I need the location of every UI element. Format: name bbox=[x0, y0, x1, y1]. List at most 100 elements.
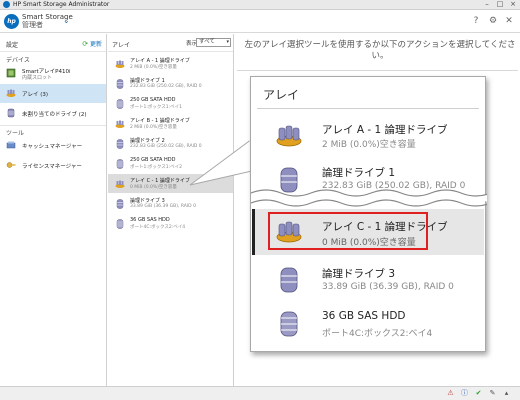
array-icon bbox=[115, 60, 125, 68]
list-item-subtitle: 232.83 GiB (250.02 GB), RAID 0 bbox=[130, 84, 202, 89]
list-item[interactable]: アレイ B - 1 論理ドライブ 2 MiB (0.0%)空き容量 bbox=[108, 114, 233, 133]
status-ok-icon[interactable]: ✔ bbox=[474, 389, 483, 398]
tear-break bbox=[251, 189, 487, 207]
cache-icon bbox=[6, 141, 16, 149]
nav-item-arrays[interactable]: アレイ (3) bbox=[0, 84, 106, 103]
refresh-label: 更新 bbox=[89, 41, 102, 48]
list-item[interactable]: 論理ドライブ 2 232.83 GiB (250.02 GB), RAID 0 bbox=[108, 134, 233, 153]
hdd-icon bbox=[116, 99, 124, 109]
list-item-title: 250 GB SATA HDD bbox=[130, 157, 176, 163]
left-navigation: 設定 ⟳ 更新 デバイス SmartアレイP410i 内蔵スロット アレイ (3… bbox=[0, 34, 107, 386]
refresh-button[interactable]: ⟳ 更新 bbox=[82, 39, 102, 48]
nav-item-cache-manager[interactable]: キャッシュマネージャー bbox=[0, 136, 106, 155]
array-list-panel: アレイ 表示 すべて ▾ アレイ A - 1 論理ドライブ 2 MiB (0.0%)… bbox=[108, 34, 234, 386]
callout-item-array-a[interactable]: アレイ A - 1 論理ドライブ 2 MiB (0.0%)空き容量 bbox=[252, 119, 484, 153]
hdd-icon bbox=[280, 311, 298, 337]
logical-drive-icon bbox=[116, 139, 124, 149]
array-icon bbox=[115, 180, 125, 188]
list-heading: アレイ bbox=[112, 42, 131, 49]
selection-indicator bbox=[252, 209, 255, 255]
notes-icon[interactable]: ✎ bbox=[488, 389, 497, 398]
array-icon bbox=[276, 125, 302, 147]
settings-icon[interactable]: ⚙ bbox=[487, 15, 499, 27]
list-item-title: 36 GB SAS HDD bbox=[130, 217, 170, 223]
section-devices: デバイス bbox=[6, 57, 30, 64]
list-item-subtitle: 0 MiB (0.0%)空き容量 bbox=[130, 185, 177, 190]
nav-item-title: 未割り当てのドライブ (2) bbox=[22, 112, 87, 118]
refresh-icon: ⟳ bbox=[82, 40, 89, 48]
chevron-down-icon[interactable]: ⌄ bbox=[63, 16, 70, 25]
nav-item-subtitle: 内蔵スロット bbox=[22, 75, 53, 81]
list-item[interactable]: 250 GB SATA HDD ポート1:ボックス1:ベイ2 bbox=[108, 154, 233, 173]
controller-icon bbox=[6, 68, 16, 78]
list-item-title: 論理ドライブ 1 bbox=[130, 78, 165, 84]
divider bbox=[0, 51, 106, 52]
nav-item-title: キャッシュマネージャー bbox=[22, 144, 83, 150]
nav-item-controller[interactable]: SmartアレイP410i 内蔵スロット bbox=[0, 64, 106, 83]
hp-logo-icon: hp bbox=[4, 14, 19, 29]
list-item[interactable]: 論理ドライブ 3 33.89 GiB (36.39 GB), RAID 0 bbox=[108, 194, 233, 213]
list-item-subtitle: ポート1:ボックス1:ベイ2 bbox=[130, 165, 182, 170]
list-item-title: アレイ A - 1 論理ドライブ bbox=[130, 58, 190, 64]
alert-icon[interactable]: ⚠ bbox=[446, 389, 455, 398]
info-icon[interactable]: ⓘ bbox=[460, 389, 469, 398]
callout-item-title: 論理ドライブ 1 bbox=[322, 167, 396, 179]
list-item[interactable]: 36 GB SAS HDD ポート4C:ボックス2:ベイ4 bbox=[108, 214, 233, 233]
hdd-icon bbox=[7, 108, 15, 118]
license-icon bbox=[6, 162, 16, 168]
close-icon[interactable]: ✕ bbox=[503, 15, 515, 27]
list-item-title: 論理ドライブ 3 bbox=[130, 198, 165, 204]
list-item-title: アレイ B - 1 論理ドライブ bbox=[130, 118, 190, 124]
callout-item-sas-hdd[interactable]: 36 GB SAS HDD ポート4C:ボックス2:ベイ4 bbox=[252, 305, 484, 345]
filter-select[interactable]: すべて ▾ bbox=[196, 38, 231, 47]
hdd-icon bbox=[116, 159, 124, 169]
help-icon[interactable]: ? bbox=[470, 15, 482, 27]
logical-drive-icon bbox=[116, 79, 124, 89]
callout-item-title: 論理ドライブ 3 bbox=[322, 268, 396, 280]
divider bbox=[108, 51, 233, 52]
array-icon bbox=[115, 120, 125, 128]
highlight-box bbox=[268, 212, 428, 250]
logical-drive-icon bbox=[116, 199, 124, 209]
window-titlebar: HP Smart Storage Administrator – □ × bbox=[0, 0, 520, 10]
nav-item-title: アレイ (3) bbox=[22, 92, 49, 98]
status-bar: ⚠ ⓘ ✔ ✎ ▴ bbox=[0, 386, 520, 400]
minimize-button[interactable]: – bbox=[481, 0, 493, 9]
app-header: hp Smart Storage 管理者 ⌄ ? ⚙ ✕ bbox=[0, 10, 520, 33]
logical-drive-icon bbox=[280, 267, 298, 293]
list-item-subtitle: ポート1:ボックス1:ベイ1 bbox=[130, 105, 182, 110]
list-item-subtitle: 2 MiB (0.0%)空き容量 bbox=[130, 125, 177, 130]
nav-item-unassigned-drives[interactable]: 未割り当てのドライブ (2) bbox=[0, 104, 106, 123]
nav-item-title: ライセンスマネージャー bbox=[22, 164, 82, 170]
callout-item-subtitle: ポート4C:ボックス2:ベイ4 bbox=[322, 329, 433, 339]
callout-item-subtitle: 33.89 GiB (36.39 GB), RAID 0 bbox=[322, 282, 454, 292]
list-item-title: 論理ドライブ 2 bbox=[130, 138, 165, 144]
list-item-title: アレイ C - 1 論理ドライブ bbox=[130, 178, 190, 184]
maximize-button[interactable]: □ bbox=[494, 0, 506, 9]
list-item-subtitle: 232.83 GiB (250.02 GB), RAID 0 bbox=[130, 144, 202, 149]
callout-item-logical-drive-3[interactable]: 論理ドライブ 3 33.89 GiB (36.39 GB), RAID 0 bbox=[252, 261, 484, 301]
hdd-icon bbox=[116, 219, 124, 229]
list-item-title: 250 GB SATA HDD bbox=[130, 97, 176, 103]
expand-icon[interactable]: ▴ bbox=[502, 389, 511, 398]
list-item-subtitle: ポート4C:ボックス2:ベイ4 bbox=[130, 225, 186, 230]
instruction-message: 左のアレイ選択ツールを使用するか以下のアクションを選択してください。 bbox=[244, 40, 516, 61]
list-item[interactable]: アレイ C - 1 論理ドライブ 0 MiB (0.0%)空き容量 bbox=[108, 174, 233, 193]
divider bbox=[257, 108, 479, 109]
callout-item-title: 36 GB SAS HDD bbox=[322, 310, 406, 322]
array-icon bbox=[6, 89, 16, 97]
list-item-subtitle: 33.89 GiB (36.39 GB), RAID 0 bbox=[130, 204, 196, 209]
nav-heading: 設定 bbox=[6, 42, 19, 49]
divider bbox=[0, 125, 106, 126]
hp-logo-small-icon bbox=[3, 1, 10, 8]
list-item[interactable]: 250 GB SATA HDD ポート1:ボックス1:ベイ1 bbox=[108, 94, 233, 113]
chevron-down-icon: ▾ bbox=[226, 39, 229, 45]
callout-title: アレイ bbox=[263, 88, 300, 102]
filter-value: すべて bbox=[199, 39, 215, 45]
list-item-subtitle: 2 MiB (0.0%)空き容量 bbox=[130, 65, 177, 70]
list-item[interactable]: 論理ドライブ 1 232.83 GiB (250.02 GB), RAID 0 bbox=[108, 74, 233, 93]
list-item[interactable]: アレイ A - 1 論理ドライブ 2 MiB (0.0%)空き容量 bbox=[108, 54, 233, 73]
nav-item-license-manager[interactable]: ライセンスマネージャー bbox=[0, 156, 106, 175]
close-window-button[interactable]: × bbox=[507, 0, 519, 9]
callout-item-subtitle: 2 MiB (0.0%)空き容量 bbox=[322, 140, 416, 150]
